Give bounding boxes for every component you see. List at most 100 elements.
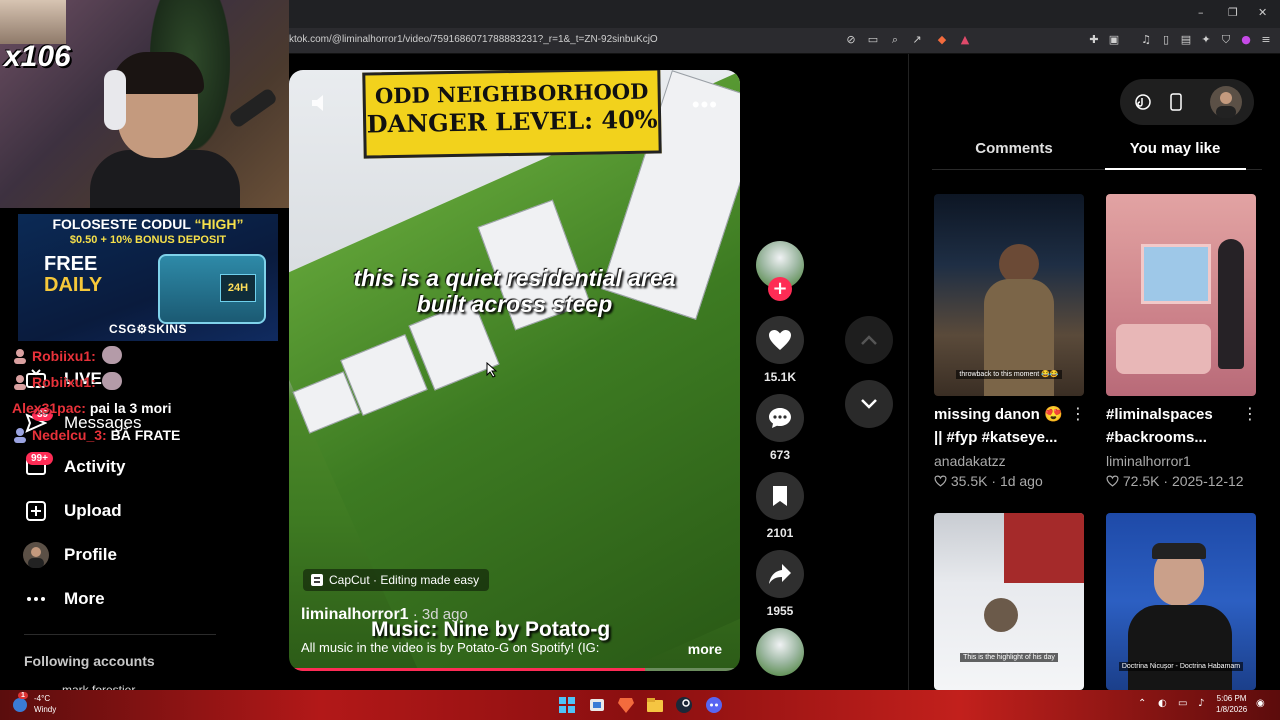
- notification-bell-icon[interactable]: ◉: [1256, 698, 1265, 709]
- capcut-tag[interactable]: CapCut · Editing made easy: [303, 569, 490, 591]
- upload-icon: [22, 497, 50, 525]
- share-count: 1955: [766, 604, 794, 618]
- person-body: [1128, 605, 1232, 690]
- previous-video-button[interactable]: [845, 316, 893, 364]
- profile-avatar: [22, 541, 50, 569]
- maximize-button[interactable]: ❐: [1228, 6, 1238, 19]
- music-disc-icon: [756, 628, 804, 676]
- sidebar-icon[interactable]: ▯: [1159, 33, 1173, 47]
- brave-browser-icon[interactable]: [616, 695, 636, 715]
- tab-you-may-like[interactable]: You may like: [1095, 140, 1255, 157]
- weather-widget[interactable]: -4°C Windy: [34, 693, 56, 715]
- wallet-icon[interactable]: ▤: [1179, 33, 1193, 47]
- heart-icon: [769, 330, 791, 350]
- music-icon[interactable]: ♫: [1139, 33, 1153, 47]
- music-disc-button[interactable]: [756, 628, 804, 676]
- chat-line: Robiixu1:: [12, 346, 122, 364]
- tray-chevron-icon[interactable]: ⌃: [1138, 698, 1146, 709]
- leo-icon[interactable]: ✦: [1199, 33, 1213, 47]
- like-action[interactable]: 15.1K: [756, 316, 804, 384]
- combo-counter: x106: [4, 40, 71, 73]
- microphone-icon: [227, 87, 279, 129]
- next-video-button[interactable]: [845, 380, 893, 428]
- like-button[interactable]: [756, 316, 804, 364]
- video-card-title[interactable]: missing danon 😍 || #fyp #katseye...: [934, 403, 1084, 449]
- comment-button[interactable]: [756, 394, 804, 442]
- close-window-button[interactable]: ✕: [1258, 6, 1267, 19]
- video-card-thumbnail[interactable]: Doctrina Nicușor - Doctrina Habamam: [1106, 513, 1256, 690]
- card-options-icon[interactable]: ⋮: [1070, 404, 1086, 423]
- nav-upload[interactable]: Upload: [22, 497, 122, 525]
- nav-more[interactable]: More: [22, 585, 105, 613]
- share-action[interactable]: 1955: [756, 550, 804, 618]
- tray-audio-icon[interactable]: ◐: [1158, 698, 1167, 709]
- screenshot-icon[interactable]: ▣: [1107, 33, 1121, 47]
- user-avatar[interactable]: [1210, 86, 1242, 118]
- menu-icon[interactable]: ≡: [1259, 33, 1273, 47]
- zoom-icon[interactable]: ⌕: [888, 33, 902, 47]
- video-card-thumbnail[interactable]: throwback to this moment 😂😂: [934, 194, 1084, 396]
- volume-icon[interactable]: ♪: [1198, 698, 1204, 709]
- tiktok-icon[interactable]: [1135, 94, 1151, 110]
- vpn-icon[interactable]: ⛉: [1219, 33, 1233, 47]
- video-player[interactable]: ODD NEIGHBORHOOD DANGER LEVEL: 40% ••• t…: [289, 70, 740, 671]
- promo-bonus-line: $0.50 + 10% BONUS DEPOSIT: [69, 234, 227, 246]
- extensions-icon[interactable]: ✚: [1087, 33, 1101, 47]
- tray-display-icon[interactable]: ▭: [1178, 698, 1187, 709]
- right-panel-divider: [908, 54, 909, 690]
- video-caption-line: this is a quiet residential area: [353, 265, 676, 291]
- brave-shield-icon[interactable]: ◆: [935, 33, 949, 47]
- url-text[interactable]: ktok.com/@liminalhorror1/video/759168607…: [289, 34, 658, 45]
- video-progress-bar[interactable]: [289, 668, 740, 671]
- profile-icon[interactable]: ●: [1239, 33, 1253, 47]
- windows-start-icon[interactable]: [557, 695, 577, 715]
- mute-icon[interactable]: [309, 92, 331, 114]
- share-button[interactable]: [756, 550, 804, 598]
- nav-divider: [24, 634, 216, 635]
- mouse-cursor: [486, 362, 498, 378]
- card-options-icon[interactable]: ⋮: [1242, 404, 1258, 423]
- screen: – ❐ ✕ ktok.com/@liminalhorror1/video/759…: [0, 0, 1280, 720]
- video-options-icon[interactable]: •••: [692, 92, 718, 118]
- more-button[interactable]: more: [688, 641, 722, 657]
- capcut-icon: [311, 574, 323, 586]
- system-clock[interactable]: 5:06 PM 1/8/2026: [1216, 693, 1247, 715]
- share-icon[interactable]: ↗: [910, 33, 924, 47]
- progress-fill: [289, 668, 646, 671]
- streamer-webcam: x106: [0, 0, 289, 208]
- heart-outline-icon: [1106, 475, 1119, 487]
- video-card-author[interactable]: liminalhorror1: [1106, 453, 1191, 469]
- bed-shape: [1116, 324, 1211, 374]
- video-card-stats: 72.5K · 2025-12-12: [1106, 473, 1244, 489]
- video-card-author[interactable]: anadakatzz: [934, 453, 1006, 469]
- minimize-button[interactable]: –: [1198, 6, 1204, 19]
- file-explorer-icon[interactable]: [645, 695, 665, 715]
- figure-silhouette: [1218, 239, 1244, 369]
- task-view-icon[interactable]: [587, 695, 607, 715]
- chat-line: Nedelcu_3: BĂ FRATE: [12, 427, 180, 443]
- thumbnail-caption: This is the highlight of his day: [934, 653, 1084, 662]
- tab-comments[interactable]: Comments: [934, 140, 1094, 157]
- cast-icon[interactable]: ▭: [866, 33, 880, 47]
- video-card-title[interactable]: #liminalspaces #backrooms...: [1106, 403, 1256, 449]
- nav-profile[interactable]: Profile: [22, 541, 117, 569]
- thumbnail-caption: throwback to this moment 😂😂: [934, 370, 1084, 379]
- save-action[interactable]: 2101: [756, 472, 804, 540]
- discord-icon[interactable]: [704, 695, 724, 715]
- author-avatar-button[interactable]: +: [756, 241, 804, 301]
- no-tracking-icon[interactable]: ⊘: [844, 33, 858, 47]
- follow-plus-icon[interactable]: +: [768, 277, 792, 301]
- nav-profile-label: Profile: [64, 545, 117, 564]
- chevron-up-icon: [861, 335, 877, 345]
- mobile-icon[interactable]: [1170, 93, 1182, 111]
- promo-code-line: FOLOSESTE CODUL “HIGH”: [52, 216, 244, 232]
- save-button[interactable]: [756, 472, 804, 520]
- comment-action[interactable]: 673: [756, 394, 804, 462]
- video-card-thumbnail[interactable]: This is the highlight of his day: [934, 513, 1084, 690]
- emote-thumbnail: [0, 0, 66, 44]
- video-card-thumbnail[interactable]: [1106, 194, 1256, 396]
- steam-icon[interactable]: [674, 695, 694, 715]
- rewards-icon[interactable]: ▲: [958, 33, 972, 47]
- promo-banner: FOLOSESTE CODUL “HIGH” $0.50 + 10% BONUS…: [18, 214, 278, 341]
- window-shape: [1141, 244, 1211, 304]
